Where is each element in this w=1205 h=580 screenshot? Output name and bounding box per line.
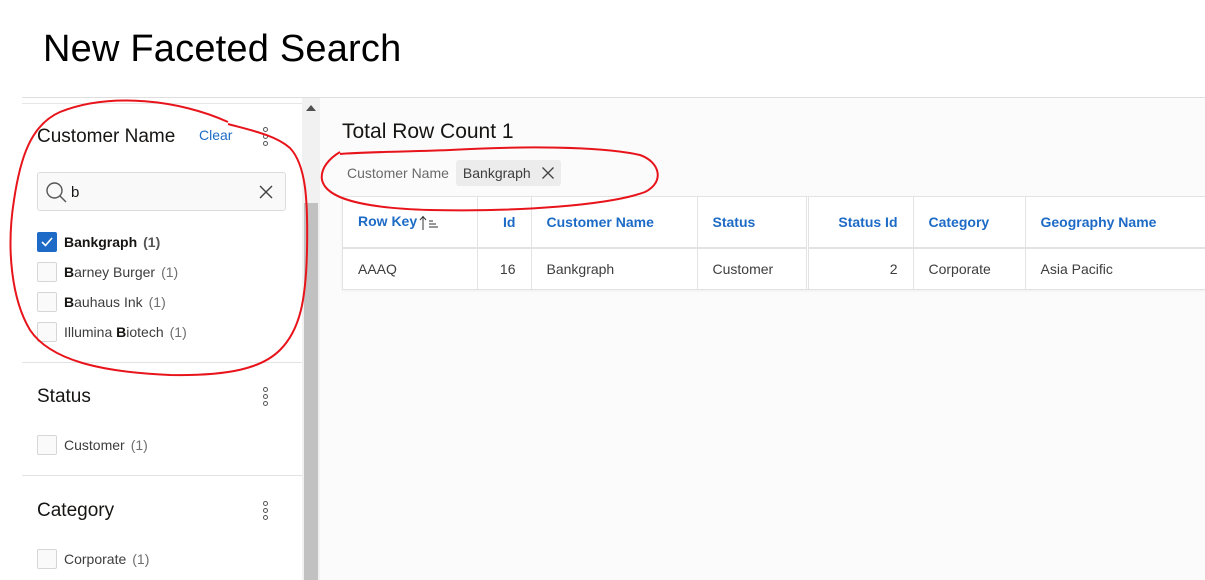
more-options-icon[interactable] bbox=[260, 126, 270, 148]
scroll-up-arrow-icon[interactable] bbox=[306, 105, 316, 111]
option-count: (1) bbox=[148, 294, 166, 310]
facet-option-bauhaus-ink[interactable]: Bauhaus Ink (1) bbox=[37, 291, 166, 313]
checkbox[interactable] bbox=[37, 435, 57, 455]
column-header-id[interactable]: Id bbox=[477, 197, 532, 249]
column-header-status[interactable]: Status bbox=[697, 197, 809, 249]
option-count: (1) bbox=[132, 551, 150, 567]
divider bbox=[22, 475, 302, 476]
scrollbar-thumb[interactable] bbox=[304, 203, 318, 580]
facet-search-input[interactable] bbox=[71, 182, 251, 202]
facet-title: Status bbox=[37, 386, 91, 407]
option-count: (1) bbox=[130, 437, 148, 453]
checkbox-checked[interactable] bbox=[37, 232, 57, 252]
option-label: Barney Burger bbox=[64, 264, 156, 280]
column-header-row-key[interactable]: Row Key bbox=[343, 197, 478, 249]
table-row[interactable]: AAAQ 16 Bankgraph Customer 2 Corporate A… bbox=[343, 248, 1205, 289]
sort-ascending-icon bbox=[419, 215, 439, 230]
facet-category: Category bbox=[22, 500, 302, 530]
chip-value: Bankgraph bbox=[462, 165, 531, 181]
checkbox[interactable] bbox=[37, 322, 57, 342]
checkbox[interactable] bbox=[37, 549, 57, 569]
check-icon bbox=[41, 237, 53, 247]
results-region: Total Row Count 1 Customer Name Bankgrap… bbox=[320, 98, 1205, 580]
more-options-icon[interactable] bbox=[260, 386, 270, 408]
cell-geography-name: Asia Pacific bbox=[1025, 248, 1205, 289]
filter-chips: Customer Name Bankgraph bbox=[347, 160, 561, 186]
facets-panel: Customer Name Clear Bankgraph (1) Barney… bbox=[22, 98, 302, 580]
facet-option-barney-burger[interactable]: Barney Burger (1) bbox=[37, 261, 178, 283]
checkbox[interactable] bbox=[37, 262, 57, 282]
facet-status: Status bbox=[22, 386, 302, 416]
clear-button[interactable]: Clear bbox=[199, 127, 232, 143]
cell-category: Corporate bbox=[913, 248, 1026, 289]
column-header-geography-name[interactable]: Geography Name bbox=[1025, 197, 1205, 249]
option-label: Bankgraph bbox=[64, 234, 138, 250]
option-label: Illumina Biotech bbox=[64, 324, 164, 340]
option-label: Bauhaus Ink bbox=[64, 294, 143, 310]
divider bbox=[22, 103, 302, 104]
facet-option-illumina-biotech[interactable]: Illumina Biotech (1) bbox=[37, 321, 187, 343]
facet-title: Category bbox=[37, 500, 115, 521]
option-count: (1) bbox=[169, 324, 187, 340]
option-count: (1) bbox=[143, 234, 161, 250]
checkbox[interactable] bbox=[37, 292, 57, 312]
total-row-count: Total Row Count 1 bbox=[342, 120, 514, 143]
page-title: New Faceted Search bbox=[43, 28, 402, 70]
facets-scrollbar[interactable] bbox=[302, 98, 320, 580]
cell-row-key: AAAQ bbox=[343, 248, 478, 289]
facet-header: Customer Name Clear bbox=[22, 126, 302, 156]
column-header-category[interactable]: Category bbox=[913, 197, 1026, 249]
option-count: (1) bbox=[161, 264, 179, 280]
filter-chip[interactable]: Bankgraph bbox=[455, 160, 561, 186]
cell-status-id: 2 bbox=[807, 248, 914, 289]
cell-customer-name: Bankgraph bbox=[531, 248, 698, 289]
clear-search-icon[interactable] bbox=[258, 184, 274, 200]
more-options-icon[interactable] bbox=[260, 500, 270, 522]
column-header-customer-name[interactable]: Customer Name bbox=[531, 197, 698, 249]
facet-header: Category bbox=[22, 500, 302, 530]
facet-option-corporate[interactable]: Corporate (1) bbox=[37, 548, 149, 570]
facet-option-bankgraph[interactable]: Bankgraph (1) bbox=[37, 231, 160, 253]
column-header-status-id[interactable]: Status Id bbox=[807, 197, 914, 249]
option-label: Customer bbox=[64, 437, 125, 453]
search-icon bbox=[46, 182, 67, 203]
facet-header: Status bbox=[22, 386, 302, 416]
results-grid: Row Key Id Customer Name Status Status I… bbox=[342, 196, 1205, 290]
cell-id: 16 bbox=[477, 248, 532, 289]
cell-status: Customer bbox=[697, 248, 809, 289]
facet-option-customer[interactable]: Customer (1) bbox=[37, 434, 148, 456]
header-row: Row Key Id Customer Name Status Status I… bbox=[343, 197, 1205, 249]
chip-facet-label: Customer Name bbox=[347, 165, 449, 181]
close-icon[interactable] bbox=[541, 166, 555, 180]
facet-title: Customer Name bbox=[37, 126, 176, 147]
option-label: Corporate bbox=[64, 551, 127, 567]
facet-search-field[interactable] bbox=[37, 172, 286, 211]
divider bbox=[22, 362, 302, 363]
